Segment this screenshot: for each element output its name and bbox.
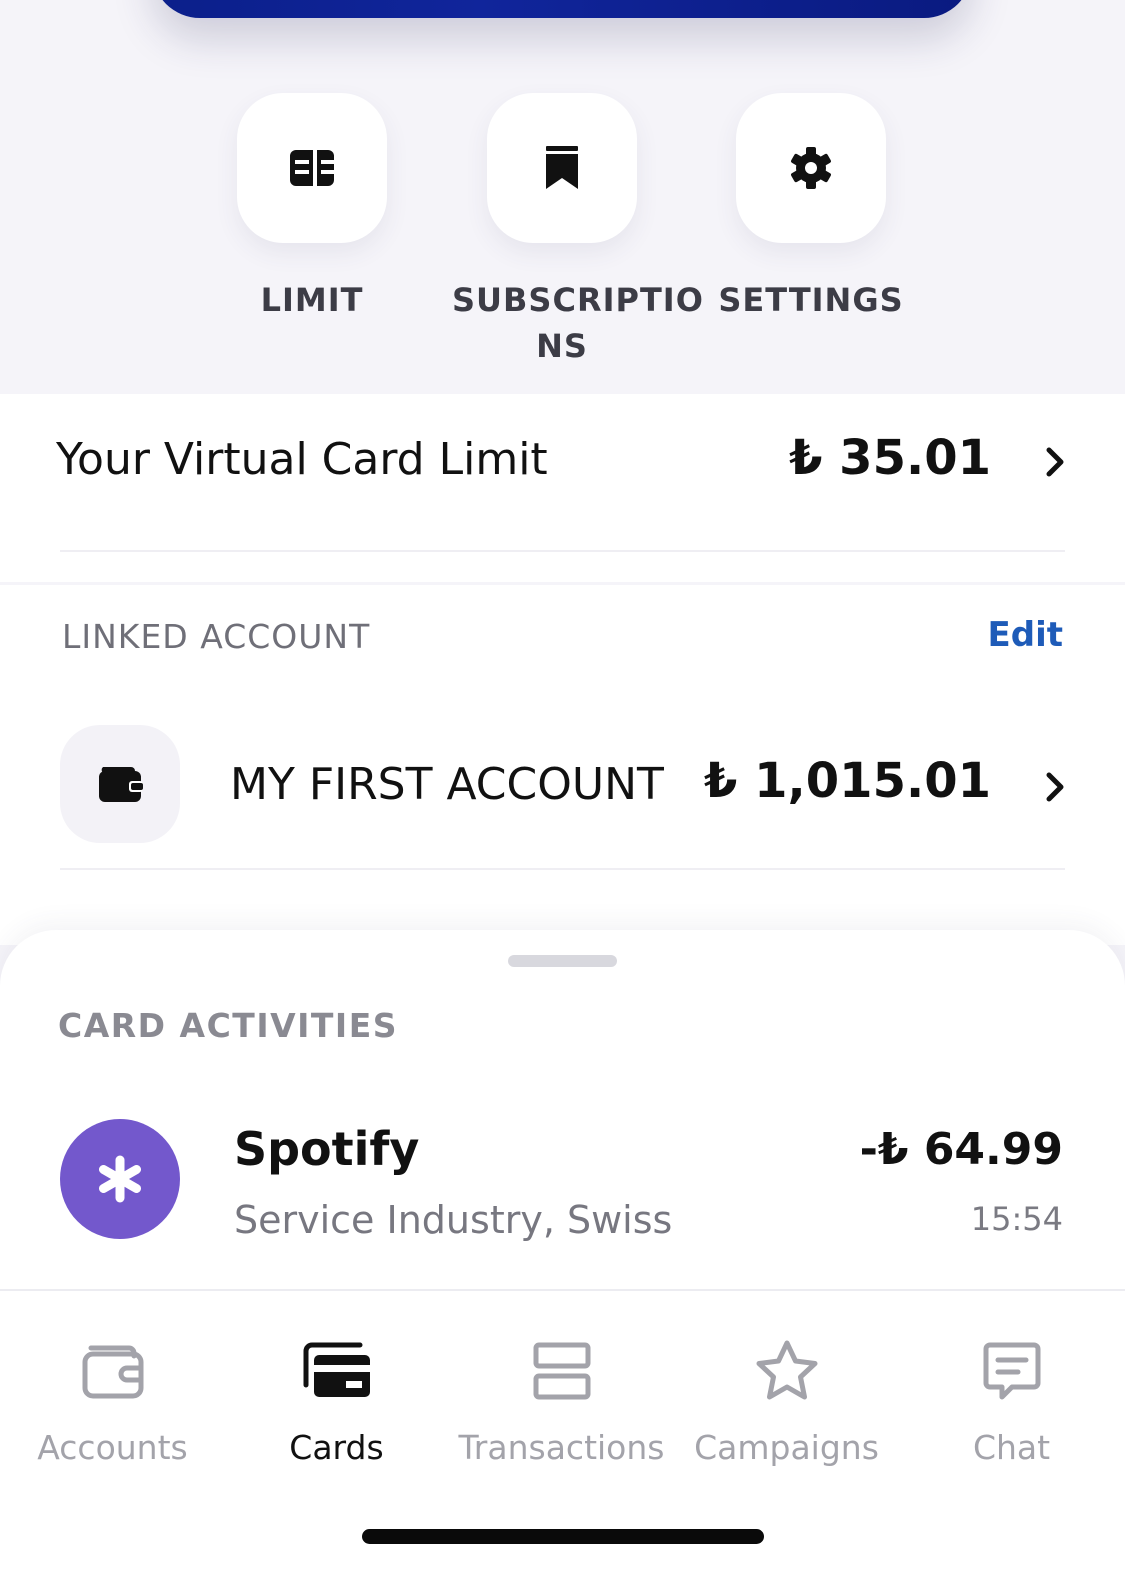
subscriptions-action-label: SUBSCRIPTIO NS <box>452 281 704 365</box>
card-limit-title: Your Virtual Card Limit <box>56 434 548 485</box>
chevron-right-icon <box>1046 447 1064 477</box>
wallet-outline-icon <box>82 1345 143 1399</box>
row-divider <box>60 868 1065 870</box>
merchant-category: Service Industry, Swiss <box>234 1198 673 1242</box>
limit-action[interactable]: LIMIT <box>192 93 432 323</box>
tab-cards-label: Cards <box>289 1428 384 1467</box>
card-limit-row[interactable]: Your Virtual Card Limit ₺ 35.01 <box>0 394 1125 582</box>
tab-campaigns[interactable]: Campaigns <box>674 1336 899 1467</box>
card-limit-amount: ₺ 35.01 <box>789 430 991 486</box>
quick-actions: LIMIT SUBSCRIPTIO NS SETTINGS <box>0 0 1125 392</box>
tab-chat[interactable]: Chat <box>899 1336 1124 1467</box>
linked-account-section: LINKED ACCOUNT Edit MY FIRST ACCOUNT ₺ 1… <box>0 585 1125 945</box>
linked-account-header: LINKED ACCOUNT <box>62 617 371 656</box>
row-divider <box>60 550 1065 552</box>
sheet-grabber[interactable] <box>508 955 617 967</box>
chat-icon <box>983 1342 1040 1400</box>
transaction-time: 15:54 <box>970 1200 1063 1238</box>
wallet-icon <box>99 767 143 802</box>
card-chip-icon <box>290 150 334 186</box>
chevron-right-icon <box>1046 772 1064 802</box>
limit-action-tile[interactable] <box>237 93 387 243</box>
limit-action-label: LIMIT <box>260 281 364 319</box>
card-activities-title: CARD ACTIVITIES <box>58 1006 399 1045</box>
tab-cards[interactable]: Cards <box>224 1336 449 1467</box>
edit-linked-account-button[interactable]: Edit <box>988 615 1063 655</box>
settings-action-label: SETTINGS <box>718 281 904 319</box>
bookmark-icon <box>546 146 578 189</box>
merchant-avatar <box>60 1119 180 1239</box>
star-icon <box>756 1340 817 1400</box>
asterisk-icon <box>99 1155 141 1203</box>
transaction-amount: -₺ 64.99 <box>859 1124 1063 1175</box>
merchant-name: Spotify <box>234 1122 420 1176</box>
gear-icon <box>791 147 831 189</box>
list-rows-icon <box>533 1342 590 1400</box>
linked-account-name: MY FIRST ACCOUNT <box>230 759 664 810</box>
linked-account-balance: ₺ 1,015.01 <box>704 753 991 809</box>
tab-accounts[interactable]: Accounts <box>0 1336 225 1467</box>
tab-chat-label: Chat <box>972 1428 1051 1467</box>
tab-transactions[interactable]: Transactions <box>449 1336 674 1467</box>
settings-action[interactable]: SETTINGS <box>691 93 931 323</box>
account-icon-box <box>60 725 180 843</box>
tab-accounts-label: Accounts <box>37 1428 188 1467</box>
cards-icon <box>303 1342 370 1397</box>
subscriptions-action-tile[interactable] <box>487 93 637 243</box>
tab-campaigns-label: Campaigns <box>694 1428 879 1467</box>
subscriptions-action[interactable]: SUBSCRIPTIO NS <box>442 93 704 369</box>
tab-transactions-label: Transactions <box>458 1428 665 1467</box>
home-indicator <box>362 1529 764 1544</box>
settings-action-tile[interactable] <box>736 93 886 243</box>
